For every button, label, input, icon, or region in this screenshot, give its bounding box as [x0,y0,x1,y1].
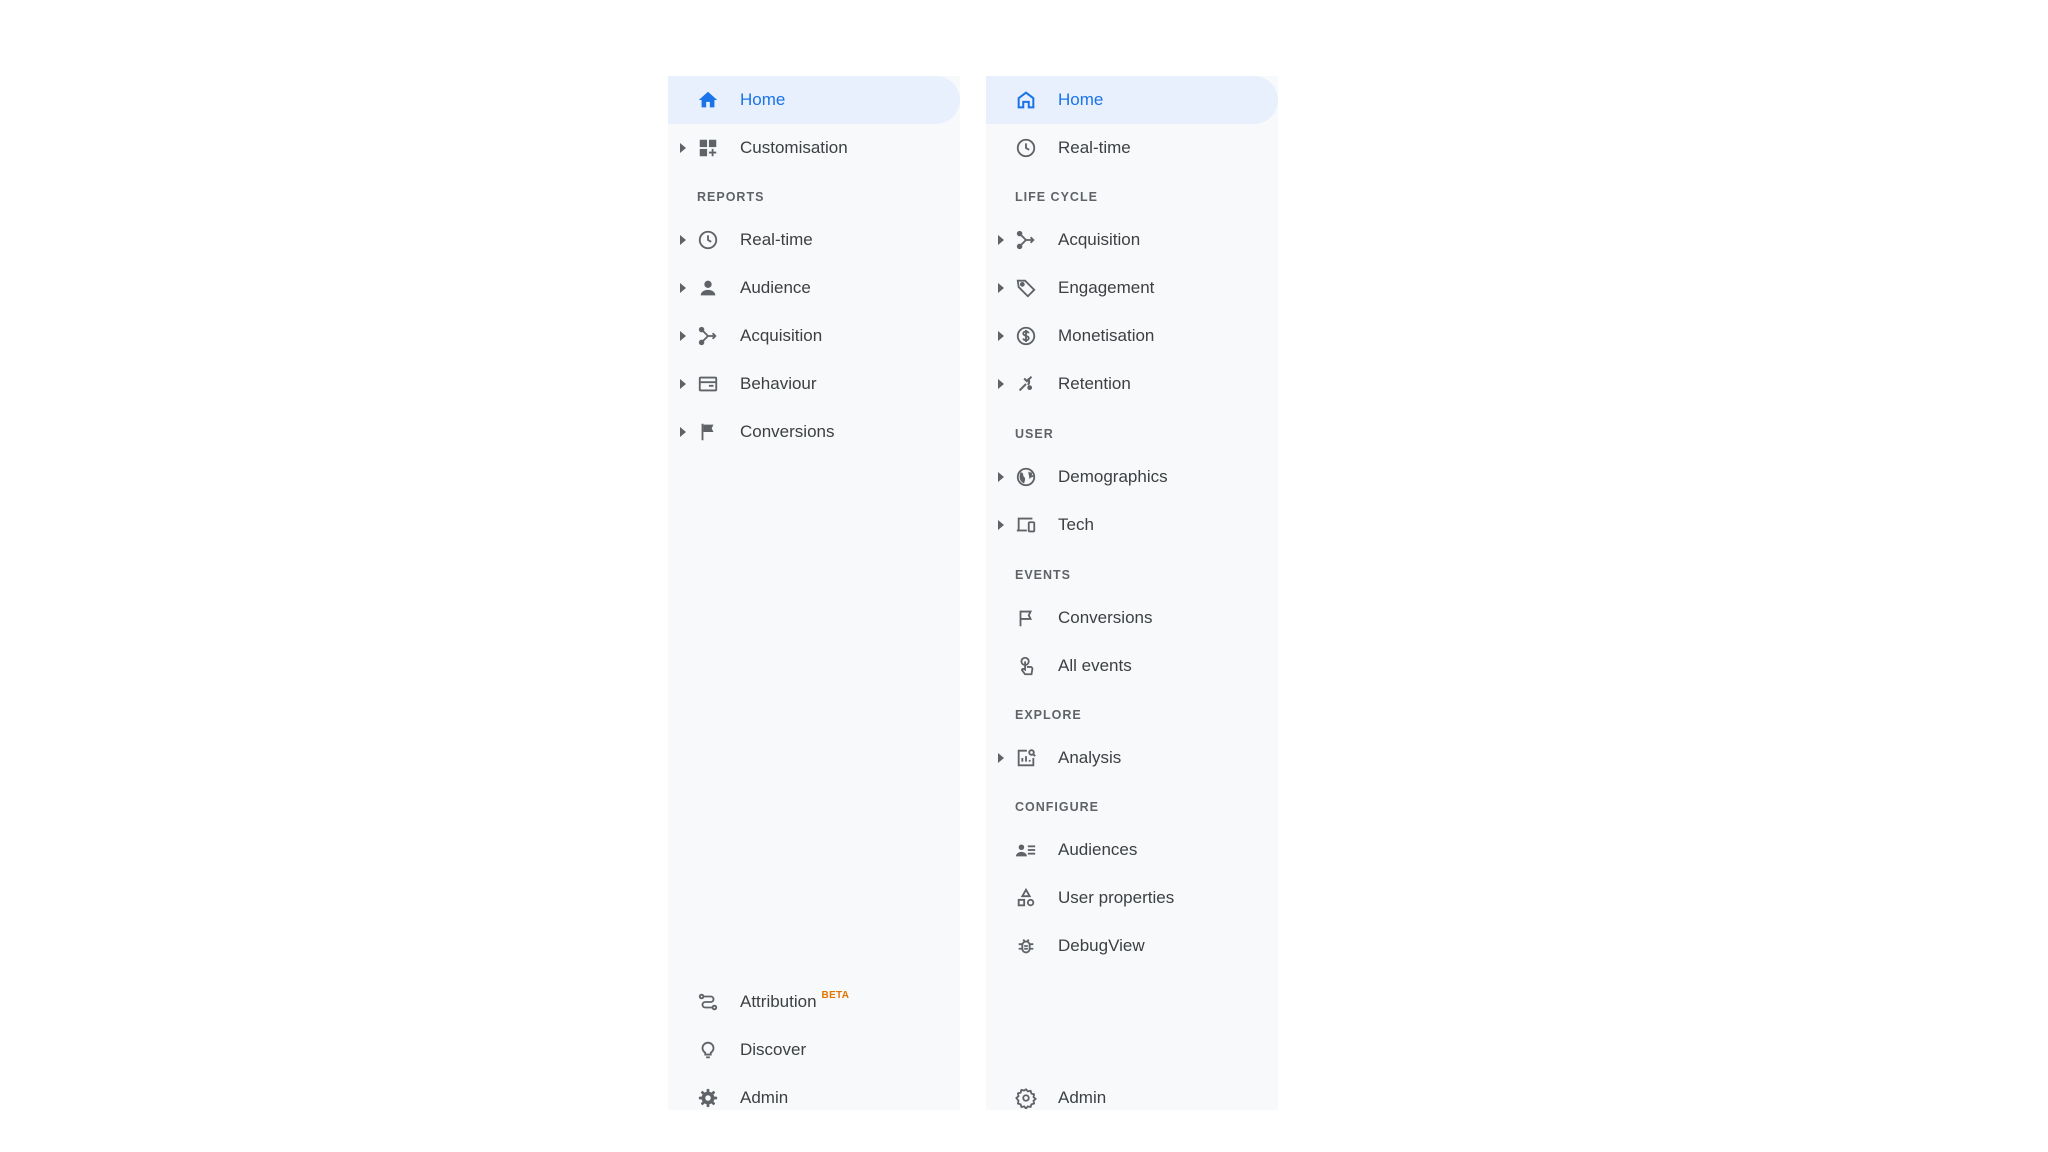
person-icon [696,276,720,300]
expand-caret-icon[interactable] [998,520,1004,530]
nav-item-analysis[interactable]: Analysis [986,734,1278,782]
expand-caret-icon[interactable] [680,331,686,341]
bug-icon [1014,934,1038,958]
browser-window-icon [696,372,720,396]
attribution-label-text: Attribution [740,992,817,1011]
analysis-icon [1014,746,1038,770]
audiences-icon [1014,838,1038,862]
nav-item-label: Acquisition [1058,230,1141,249]
section-header-reports: REPORTS [697,190,765,204]
expand-caret-icon[interactable] [998,472,1004,482]
nav-item-admin[interactable]: Admin [986,1074,1278,1122]
merge-icon [1014,228,1038,252]
nav-item-label: Home [1058,90,1104,109]
left-navigation-panel: Home Customisation REPORTS Real-time Aud… [668,76,960,1110]
nav-item-behaviour[interactable]: Behaviour [668,360,960,408]
globe-icon [1014,465,1038,489]
shapes-icon [1014,886,1038,910]
nav-item-realtime[interactable]: Real-time [668,216,960,264]
expand-caret-icon[interactable] [680,379,686,389]
right-navigation-panel: Home Real-time LIFE CYCLE Acquisition En… [986,76,1278,1110]
nav-item-attribution[interactable]: Attribution BETA [668,978,960,1026]
nav-item-label: Real-time [740,230,813,249]
nav-item-customisation[interactable]: Customisation [668,124,960,172]
nav-item-label: Behaviour [740,374,817,393]
nav-item-label: Audience [740,278,811,297]
nav-item-label: Demographics [1058,467,1168,486]
nav-item-label: Tech [1058,515,1094,534]
expand-caret-icon[interactable] [998,283,1004,293]
nav-item-label: DebugView [1058,936,1145,955]
nav-item-label: Admin [740,1088,789,1107]
expand-caret-icon[interactable] [680,427,686,437]
nav-item-audience[interactable]: Audience [668,264,960,312]
expand-caret-icon[interactable] [998,379,1004,389]
nav-item-acquisition[interactable]: Acquisition [986,216,1278,264]
nav-item-demographics[interactable]: Demographics [986,453,1278,501]
expand-caret-icon[interactable] [680,143,686,153]
dollar-circle-icon [1014,324,1038,348]
nav-item-all-events[interactable]: All events [986,642,1278,690]
nav-item-acquisition[interactable]: Acquisition [668,312,960,360]
nav-item-label: Engagement [1058,278,1155,297]
expand-caret-icon[interactable] [998,235,1004,245]
section-header-events: EVENTS [1015,568,1072,582]
nav-item-label: Analysis [1058,748,1122,767]
nav-item-conversions[interactable]: Conversions [668,408,960,456]
devices-icon [1014,513,1038,537]
nav-item-home[interactable]: Home [668,76,960,124]
nav-item-label: Admin [1058,1088,1107,1107]
nav-item-retention[interactable]: Retention [986,360,1278,408]
section-header-explore: EXPLORE [1015,708,1082,722]
gear-outline-icon [1014,1086,1038,1110]
nav-item-conversions[interactable]: Conversions [986,594,1278,642]
home-icon [696,88,720,112]
nav-item-realtime[interactable]: Real-time [986,124,1278,172]
nav-item-tech[interactable]: Tech [986,501,1278,549]
nav-item-audiences[interactable]: Audiences [986,826,1278,874]
section-header-life-cycle: LIFE CYCLE [1015,190,1098,204]
nav-item-label: User properties [1058,888,1175,907]
section-header-user: USER [1015,427,1054,441]
beta-badge: BETA [821,990,850,1001]
nav-item-label: Customisation [740,138,848,157]
flag-icon [696,420,720,444]
nav-item-admin[interactable]: Admin [668,1074,960,1122]
nav-item-label: Retention [1058,374,1131,393]
nav-item-discover[interactable]: Discover [668,1026,960,1074]
expand-caret-icon[interactable] [680,283,686,293]
nav-item-label: Home [740,90,786,109]
nav-item-debugview[interactable]: DebugView [986,922,1278,970]
flag-outline-icon [1014,606,1038,630]
nav-item-label: Conversions [1058,608,1153,627]
gear-icon [696,1086,720,1110]
touch-icon [1014,654,1038,678]
nav-item-label: Discover [740,1040,807,1059]
nav-item-monetisation[interactable]: Monetisation [986,312,1278,360]
section-header-configure: CONFIGURE [1015,800,1099,814]
tag-icon [1014,276,1038,300]
nav-item-label: Real-time [1058,138,1131,157]
expand-caret-icon[interactable] [998,753,1004,763]
nav-item-label: Attribution BETA [740,978,849,1029]
nav-item-engagement[interactable]: Engagement [986,264,1278,312]
dashboard-icon [696,136,720,160]
retention-icon [1014,372,1038,396]
nav-item-label: Audiences [1058,840,1138,859]
nav-item-label: Acquisition [740,326,823,345]
nav-item-label: All events [1058,656,1132,675]
expand-caret-icon[interactable] [680,235,686,245]
nav-item-home[interactable]: Home [986,76,1278,124]
nav-item-user-properties[interactable]: User properties [986,874,1278,922]
nav-item-label: Monetisation [1058,326,1155,345]
clock-icon [696,228,720,252]
merge-icon [696,324,720,348]
expand-caret-icon[interactable] [998,331,1004,341]
attribution-icon [696,990,720,1014]
clock-icon [1014,136,1038,160]
lightbulb-icon [696,1038,720,1062]
nav-item-label: Conversions [740,422,835,441]
home-outline-icon [1014,88,1038,112]
